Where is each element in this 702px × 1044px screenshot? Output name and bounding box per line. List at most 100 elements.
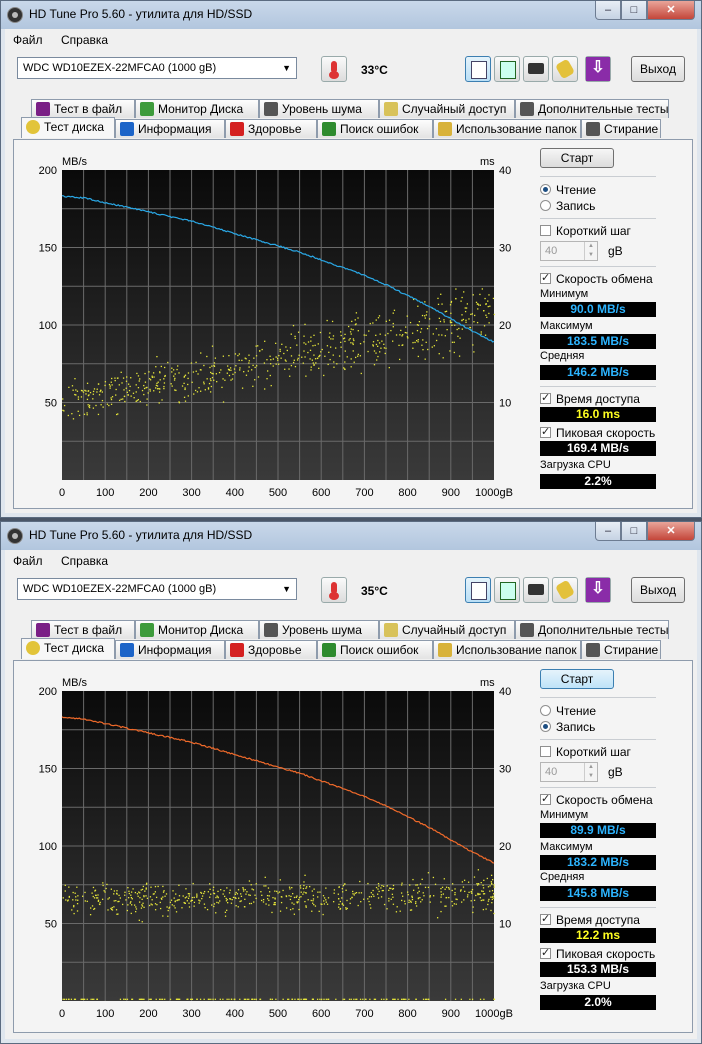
access-point [259, 350, 261, 352]
write-radio[interactable]: Запись [540, 199, 595, 213]
access-point [461, 881, 464, 883]
read-radio[interactable]: Чтение [540, 704, 596, 718]
x-tick-label: 700 [355, 487, 373, 499]
access-point [300, 998, 302, 1000]
tab-error-scan[interactable]: Поиск ошибок [317, 119, 433, 138]
download-button[interactable]: ⇩ [585, 577, 611, 603]
options-button[interactable] [552, 56, 578, 82]
write-radio[interactable]: Запись [540, 720, 595, 734]
exit-button[interactable]: Выход [631, 577, 685, 603]
save-button[interactable] [494, 577, 520, 603]
access-point [108, 383, 111, 386]
temperature-button[interactable] [321, 56, 347, 82]
x-tick-label: 300 [182, 487, 200, 499]
access-point [305, 343, 307, 345]
save-button[interactable] [494, 56, 520, 82]
minimize-button[interactable]: – [595, 1, 621, 20]
tab-error-scan[interactable]: Поиск ошибок [317, 640, 433, 659]
minimize-button[interactable]: – [595, 522, 621, 541]
transfer-rate-checkbox[interactable]: Скорость обмена [540, 271, 653, 286]
tab-folder-usage[interactable]: Использование папок [433, 640, 581, 659]
tab-write-file[interactable]: Тест в файл [31, 620, 135, 639]
access-point [145, 887, 147, 889]
menu-help[interactable]: Справка [61, 33, 108, 47]
access-point [130, 901, 132, 903]
tab-benchmark[interactable]: Тест диска [21, 117, 115, 138]
divider [540, 386, 656, 387]
spinner-arrows-icon[interactable]: ▲ ▼ [584, 763, 597, 781]
short-step-unit: gB [608, 244, 623, 258]
transfer-rate-checkbox[interactable]: Скорость обмена [540, 792, 653, 807]
close-button[interactable]: ✕ [647, 522, 695, 541]
read-radio[interactable]: Чтение [540, 183, 596, 197]
maximize-button[interactable]: □ [621, 1, 647, 20]
tab-erase[interactable]: Стирание [581, 640, 661, 659]
tab-random-access[interactable]: Случайный доступ [379, 99, 515, 118]
tab-disk-monitor[interactable]: Монитор Диска [135, 620, 259, 639]
tab-erase[interactable]: Стирание [581, 119, 661, 138]
title-bar[interactable]: HD Tune Pro 5.60 - утилита для HD/SSD – … [1, 1, 701, 29]
drive-select[interactable]: WDC WD10EZEX-22MFCA0 (1000 gB) ▼ [17, 57, 297, 79]
tab-benchmark[interactable]: Тест диска [21, 638, 115, 659]
access-point [199, 900, 201, 902]
access-point [295, 896, 297, 898]
access-point [480, 899, 482, 902]
temperature-button[interactable] [321, 577, 347, 603]
access-point [432, 333, 434, 335]
exit-button[interactable]: Выход [631, 56, 685, 82]
access-point [232, 373, 234, 375]
burst-rate-checkbox[interactable]: Пиковая скорость [540, 425, 655, 440]
options-button[interactable] [552, 577, 578, 603]
access-point [363, 341, 365, 343]
spinner-arrows-icon[interactable]: ▲ ▼ [584, 242, 597, 260]
tab-write-file[interactable]: Тест в файл [31, 99, 135, 118]
menu-help[interactable]: Справка [61, 554, 108, 568]
access-point [415, 905, 418, 907]
close-button[interactable]: ✕ [647, 1, 695, 20]
access-time-checkbox[interactable]: Время доступа [540, 912, 640, 927]
menu-file[interactable]: Файл [13, 554, 43, 568]
short-step-checkbox[interactable]: Короткий шаг [540, 745, 631, 759]
access-point [392, 340, 394, 342]
screenshot-button[interactable] [523, 56, 549, 82]
tab-health[interactable]: Здоровье [225, 640, 317, 659]
access-point [248, 362, 250, 364]
tab-noise-level[interactable]: Уровень шума [259, 99, 379, 118]
access-time-checkbox[interactable]: Время доступа [540, 391, 640, 406]
save-icon [500, 61, 516, 79]
start-button[interactable]: Старт [540, 148, 614, 168]
short-step-spinner[interactable]: 40 ▲ ▼ [540, 762, 598, 782]
access-point [174, 389, 176, 391]
tab-disk-monitor[interactable]: Монитор Диска [135, 99, 259, 118]
tab-extra-tests[interactable]: Дополнительные тесты [515, 99, 669, 118]
tab-extra-tests[interactable]: Дополнительные тесты [515, 620, 669, 639]
copy-text-button[interactable] [465, 56, 491, 82]
tab-folder-usage[interactable]: Использование папок [433, 119, 581, 138]
download-button[interactable]: ⇩ [585, 56, 611, 82]
access-point [163, 890, 165, 892]
menu-file[interactable]: Файл [13, 33, 43, 47]
access-point [390, 329, 392, 332]
start-button[interactable]: Старт [540, 669, 614, 689]
access-point [397, 998, 399, 1000]
copy-text-button[interactable] [465, 577, 491, 603]
tab-random-access[interactable]: Случайный доступ [379, 620, 515, 639]
tab-info[interactable]: Информация [115, 640, 225, 659]
short-step-checkbox[interactable]: Короткий шаг [540, 224, 631, 238]
access-point [493, 893, 495, 895]
short-step-spinner[interactable]: 40 ▲ ▼ [540, 241, 598, 261]
burst-rate-checkbox[interactable]: Пиковая скорость [540, 946, 655, 961]
tab-health[interactable]: Здоровье [225, 119, 317, 138]
title-bar[interactable]: HD Tune Pro 5.60 - утилита для HD/SSD – … [1, 522, 701, 550]
access-point [210, 893, 212, 895]
screenshot-button[interactable] [523, 577, 549, 603]
access-point [264, 340, 266, 342]
access-point [450, 300, 453, 303]
y-tick-label-right: 10 [499, 919, 511, 931]
maximize-button[interactable]: □ [621, 522, 647, 541]
tab-noise-level[interactable]: Уровень шума [259, 620, 379, 639]
access-point [473, 321, 475, 323]
access-point [222, 893, 224, 895]
drive-select[interactable]: WDC WD10EZEX-22MFCA0 (1000 gB) ▼ [17, 578, 297, 600]
tab-info[interactable]: Информация [115, 119, 225, 138]
